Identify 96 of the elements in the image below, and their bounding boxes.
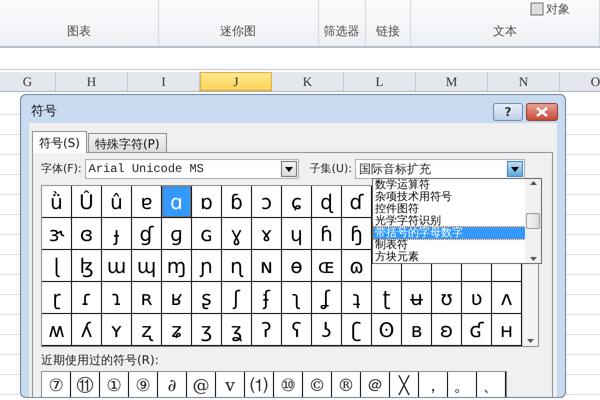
symbol-cell[interactable]: ʊ [432,282,462,314]
tab[interactable]: 符号(S) [32,131,87,153]
list-item[interactable]: 制表符 [373,239,525,251]
symbol-cell[interactable]: ʆ [312,282,342,314]
symbol-cell[interactable]: ɱ [162,250,192,282]
symbol-cell[interactable]: ʗ [342,314,372,346]
symbol-cell[interactable]: ɞ [72,218,102,250]
symbol-cell[interactable]: ɲ [192,250,222,282]
column-header[interactable]: N [488,72,560,91]
symbol-cell[interactable]: ʓ [222,314,252,346]
symbol-cell[interactable]: ʏ [102,314,132,346]
help-button[interactable]: ? [493,103,523,121]
column-header[interactable]: L [344,72,416,91]
symbol-cell[interactable]: ɔ [252,186,282,218]
symbol-cell[interactable]: ʐ [132,314,162,346]
dropdown-arrow-icon [284,166,293,172]
list-item[interactable]: 光学字符识别 [373,215,525,227]
symbol-cell[interactable]: ɖ [312,186,342,218]
dropdown-arrow-icon [510,166,519,172]
symbol-cell[interactable]: ɯ [102,250,132,282]
symbol-cell[interactable]: ʈ [372,282,402,314]
symbol-cell[interactable]: ʎ [72,314,102,346]
list-item[interactable]: 控件图符 [373,203,525,215]
symbol-cell[interactable]: ɡ [162,218,192,250]
symbol-cell[interactable]: Û [72,186,102,218]
symbol-cell[interactable]: ʖ [312,314,342,346]
list-item[interactable]: 杂项技术用符号 [373,191,525,203]
scroll-down-icon[interactable] [527,339,534,343]
recent-label: 近期使用过的符号(R): [41,352,160,369]
symbol-cell[interactable]: ɾ [72,282,102,314]
symbol-cell[interactable]: ɓ [222,186,252,218]
ribbon-group-label: 迷你图 [220,23,256,40]
font-dropdown[interactable]: Arial Unicode MS [84,159,299,179]
ribbon-group-label: 筛选器 [324,23,360,40]
column-header[interactable]: H [56,72,128,91]
symbol-cell[interactable]: ʇ [342,282,372,314]
symbol-cell[interactable]: ʍ [42,314,72,346]
subset-dropdown[interactable]: 国际音标扩充 [354,159,525,179]
symbol-cell[interactable]: ʂ [192,282,222,314]
symbol-cell[interactable]: ʋ [462,282,492,314]
symbol-cell[interactable]: ʑ [162,314,192,346]
list-item[interactable]: 数学运算符 [373,179,525,191]
ribbon-group-label: 链接 [376,23,400,40]
symbol-cell[interactable]: ʀ [132,282,162,314]
symbol-cell[interactable]: ʉ [402,282,432,314]
close-icon [536,107,548,117]
symbol-cell[interactable]: ɳ [222,250,252,282]
symbol-cell[interactable]: ʕ [282,314,312,346]
symbol-cell[interactable]: ʛ [462,314,492,346]
symbol-cell[interactable]: ɟ [102,218,132,250]
symbol-cell[interactable]: ʔ [252,314,282,346]
symbol-cell[interactable]: ʘ [372,314,402,346]
symbol-cell[interactable]: û [102,186,132,218]
symbol-cell[interactable]: ɒ [192,186,222,218]
symbol-cell[interactable]: ʁ [162,282,192,314]
symbol-cell[interactable]: ʅ [282,282,312,314]
symbol-cell[interactable]: ɭ [42,250,72,282]
column-header[interactable]: O [560,72,600,91]
symbol-cell[interactable]: ɰ [132,250,162,282]
symbol-cell[interactable]: ʚ [432,314,462,346]
symbol-cell[interactable]: ɦ [312,218,342,250]
symbol-cell[interactable]: ɮ [72,250,102,282]
symbol-cell[interactable]: ʄ [252,282,282,314]
symbol-cell[interactable]: ɶ [312,250,342,282]
scroll-thumb[interactable] [526,213,540,229]
dialog-title: 符号 [31,103,57,121]
symbol-cell[interactable]: ʒ [192,314,222,346]
symbol-cell[interactable]: ǜ [42,186,72,218]
symbol-cell[interactable]: ɴ [252,250,282,282]
symbol-cell[interactable]: ɣ [222,218,252,250]
ribbon-group-label: 图表 [66,23,91,40]
symbol-cell[interactable]: ɕ [282,186,312,218]
column-header[interactable]: J [200,72,272,91]
ribbon-button[interactable]: 对象 [546,0,570,18]
symbol-cell[interactable]: ɥ [282,218,312,250]
subset-dropdown-menu[interactable]: 数学运算符 杂项技术用符号 控件图符 光学字符识别 带括号的字母数字 制表符 方块元素 [372,178,542,264]
font-label: 字体(F): [41,160,82,177]
symbol-cell[interactable]: ɢ [192,218,222,250]
list-item[interactable]: 方块元素 [373,251,525,263]
symbol-cell[interactable]: ɝ [42,218,72,250]
column-header[interactable]: G [0,72,56,91]
symbol-cell[interactable]: ɿ [102,282,132,314]
ribbon-group-label: 文本 [493,23,518,40]
column-header[interactable]: M [416,72,488,91]
column-header[interactable]: K [272,72,344,91]
symbol-cell[interactable]: ʙ [402,314,432,346]
symbol-cell[interactable]: ɠ [132,218,162,250]
symbol-cell[interactable]: ɤ [252,218,282,250]
close-button[interactable] [526,103,558,121]
symbol-cell[interactable]: ʃ [222,282,252,314]
scroll-down-icon[interactable] [530,257,536,261]
tab[interactable]: 特殊字符(P) [88,133,167,152]
symbol-cell[interactable]: ɵ [282,250,312,282]
object-icon [530,2,544,16]
subset-label: 子集(U): [310,160,352,177]
symbol-cell[interactable]: ɽ [42,282,72,314]
